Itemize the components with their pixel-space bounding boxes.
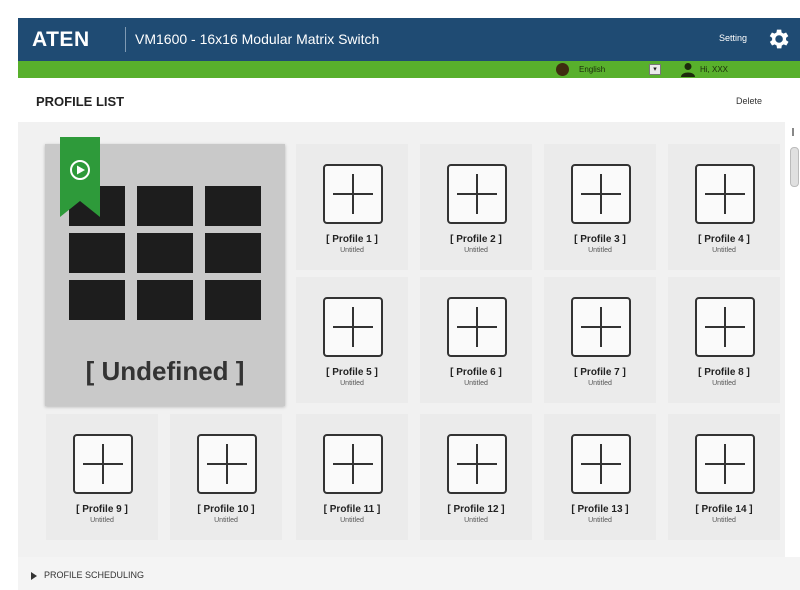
user-icon: [681, 63, 695, 77]
profile-scheduling-bar[interactable]: PROFILE SCHEDULING: [18, 557, 800, 590]
user-select[interactable]: Hi, XXX: [700, 64, 800, 75]
profile-card-13[interactable]: [ Profile 13 ] Untitled: [544, 414, 656, 540]
profile-subtitle: Untitled: [464, 517, 488, 524]
profile-subtitle: Untitled: [588, 380, 612, 387]
add-profile-icon[interactable]: [695, 164, 755, 224]
setting-label[interactable]: Setting: [719, 33, 747, 43]
profile-card-4[interactable]: [ Profile 4 ] Untitled: [668, 144, 780, 270]
profile-card-5[interactable]: [ Profile 5 ] Untitled: [296, 277, 408, 403]
add-profile-icon[interactable]: [571, 434, 631, 494]
user-toolbar: English ▾ Hi, XXX ▾: [18, 61, 800, 78]
add-profile-icon[interactable]: [695, 434, 755, 494]
scrollbar-track[interactable]: [788, 122, 800, 557]
header-divider: [125, 27, 126, 52]
profile-subtitle: Untitled: [588, 247, 612, 254]
add-profile-icon[interactable]: [447, 434, 507, 494]
profile-subtitle: Untitled: [712, 517, 736, 524]
profile-card-6[interactable]: [ Profile 6 ] Untitled: [420, 277, 532, 403]
add-profile-icon[interactable]: [695, 297, 755, 357]
profile-name: [ Profile 4 ]: [698, 234, 750, 245]
add-profile-icon[interactable]: [447, 297, 507, 357]
profile-subtitle: Untitled: [340, 517, 364, 524]
add-profile-icon[interactable]: [571, 164, 631, 224]
matrix-block: [137, 186, 193, 226]
add-profile-icon[interactable]: [323, 297, 383, 357]
scroll-up-arrow[interactable]: [792, 128, 794, 136]
profile-card-12[interactable]: [ Profile 12 ] Untitled: [420, 414, 532, 540]
profile-subtitle: Untitled: [340, 380, 364, 387]
add-profile-icon[interactable]: [73, 434, 133, 494]
aten-logo: ATEN: [32, 28, 90, 51]
app-title: VM1600 - 16x16 Modular Matrix Switch: [135, 31, 380, 47]
profile-name: [ Profile 9 ]: [76, 504, 128, 515]
scrollbar-thumb[interactable]: [790, 147, 799, 187]
profile-scheduling-label[interactable]: PROFILE SCHEDULING: [44, 570, 144, 580]
profile-card-8[interactable]: [ Profile 8 ] Untitled: [668, 277, 780, 403]
delete-button[interactable]: Delete: [736, 96, 762, 106]
profile-subtitle: Untitled: [588, 517, 612, 524]
matrix-block: [69, 233, 125, 273]
add-profile-icon[interactable]: [197, 434, 257, 494]
profile-name: [ Profile 7 ]: [574, 367, 626, 378]
profile-list-header: PROFILE LIST Delete: [18, 78, 800, 122]
profile-name: [ Profile 12 ]: [447, 504, 505, 515]
active-profile-name: [ Undefined ]: [85, 356, 245, 386]
profile-card-3[interactable]: [ Profile 3 ] Untitled: [544, 144, 656, 270]
profile-name: [ Profile 11 ]: [323, 504, 381, 515]
play-icon[interactable]: [60, 137, 100, 217]
profile-name: [ Profile 6 ]: [450, 367, 502, 378]
profile-subtitle: Untitled: [214, 517, 238, 524]
matrix-block: [205, 280, 261, 320]
profile-card-7[interactable]: [ Profile 7 ] Untitled: [544, 277, 656, 403]
profile-subtitle: Untitled: [464, 380, 488, 387]
profile-card-2[interactable]: [ Profile 2 ] Untitled: [420, 144, 532, 270]
page-title: PROFILE LIST: [36, 94, 125, 109]
profile-subtitle: Untitled: [712, 380, 736, 387]
matrix-block: [137, 233, 193, 273]
profile-name: [ Profile 13 ]: [571, 504, 629, 515]
profile-subtitle: Untitled: [340, 247, 364, 254]
add-profile-icon[interactable]: [571, 297, 631, 357]
profile-card-14[interactable]: [ Profile 14 ] Untitled: [668, 414, 780, 540]
add-profile-icon[interactable]: [323, 164, 383, 224]
top-header-bar: ATEN VM1600 - 16x16 Modular Matrix Switc…: [18, 18, 800, 61]
add-profile-icon[interactable]: [447, 164, 507, 224]
profile-card-1[interactable]: [ Profile 1 ] Untitled: [296, 144, 408, 270]
profile-subtitle: Untitled: [90, 517, 114, 524]
profile-name: [ Profile 2 ]: [450, 234, 502, 245]
matrix-block: [69, 280, 125, 320]
globe-icon: [556, 63, 569, 76]
profile-name: [ Profile 3 ]: [574, 234, 626, 245]
profile-subtitle: Untitled: [464, 247, 488, 254]
profile-name: [ Profile 1 ]: [326, 234, 378, 245]
matrix-block: [205, 186, 261, 226]
matrix-block: [137, 280, 193, 320]
language-dropdown-arrow[interactable]: ▾: [649, 64, 661, 75]
profile-name: [ Profile 14 ]: [695, 504, 753, 515]
profile-subtitle: Untitled: [712, 247, 736, 254]
expand-arrow-icon[interactable]: [31, 572, 37, 580]
add-profile-icon[interactable]: [323, 434, 383, 494]
profile-name: [ Profile 5 ]: [326, 367, 378, 378]
profile-card-10[interactable]: [ Profile 10 ] Untitled: [170, 414, 282, 540]
profile-card-11[interactable]: [ Profile 11 ] Untitled: [296, 414, 408, 540]
profile-name: [ Profile 10 ]: [197, 504, 255, 515]
matrix-block: [205, 233, 261, 273]
gear-icon[interactable]: [765, 26, 791, 52]
profile-card-9[interactable]: [ Profile 9 ] Untitled: [46, 414, 158, 540]
profile-name: [ Profile 8 ]: [698, 367, 750, 378]
